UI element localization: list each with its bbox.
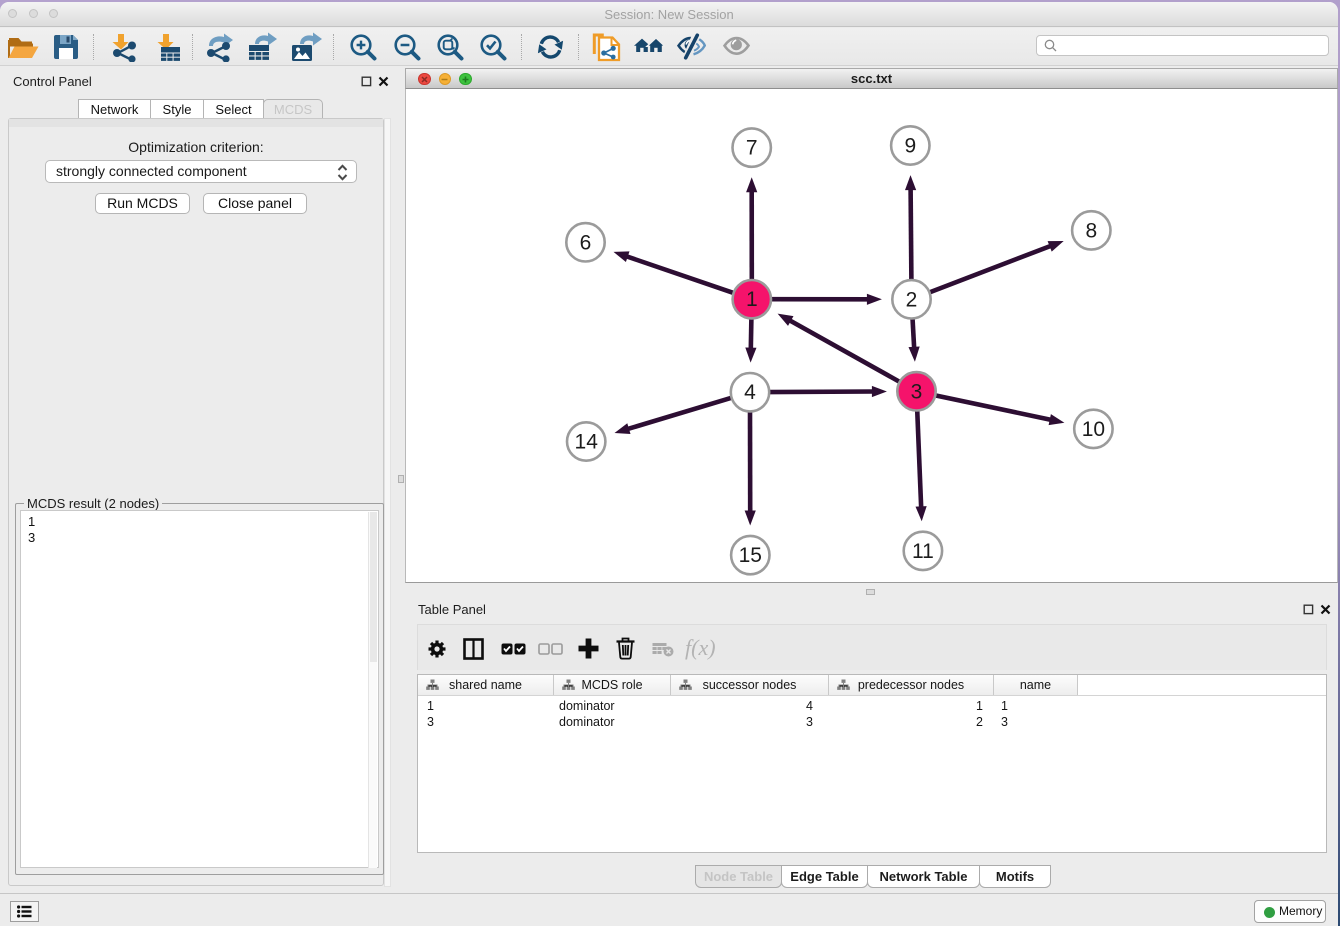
svg-text:4: 4 (744, 381, 756, 404)
svg-text:15: 15 (739, 544, 762, 567)
svg-text:3: 3 (911, 380, 923, 403)
svg-text:9: 9 (904, 135, 916, 158)
svg-text:14: 14 (575, 431, 599, 454)
svg-text:6: 6 (580, 231, 592, 254)
svg-text:1: 1 (746, 288, 758, 311)
svg-text:7: 7 (746, 137, 758, 160)
svg-text:10: 10 (1082, 418, 1105, 441)
svg-text:11: 11 (912, 540, 934, 563)
svg-text:2: 2 (906, 288, 918, 311)
svg-text:8: 8 (1085, 219, 1097, 242)
